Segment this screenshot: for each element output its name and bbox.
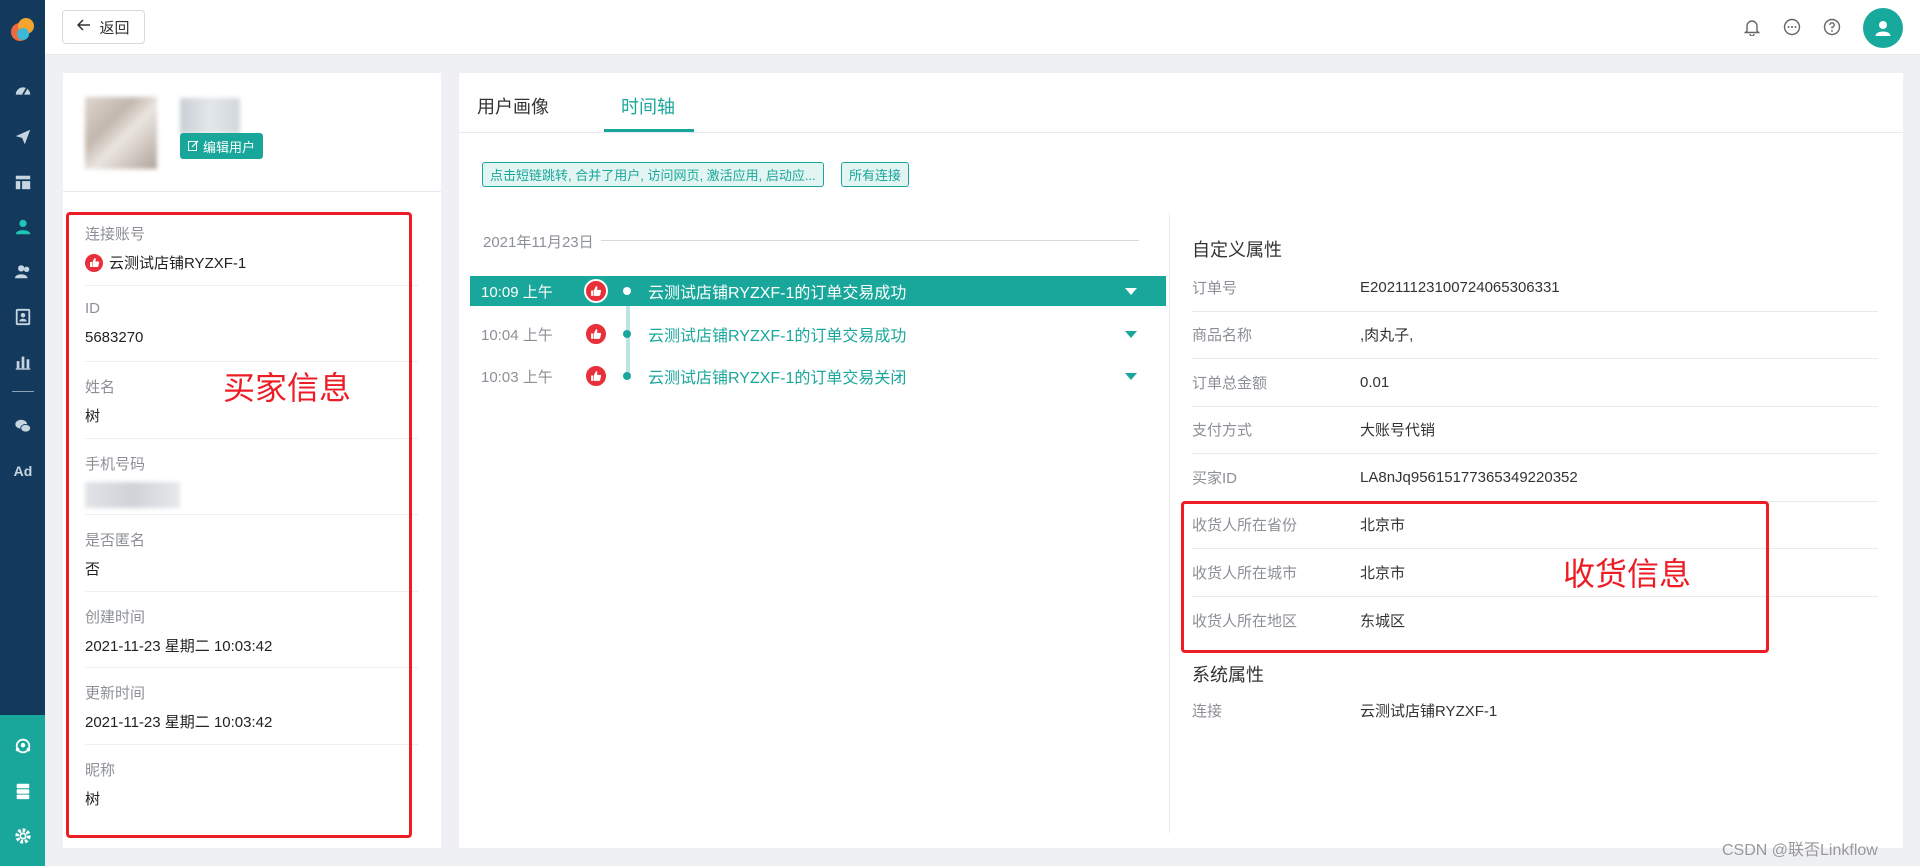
timeline-dot — [623, 330, 631, 338]
timeline-event[interactable]: 10:03 上午 云测试店铺RYZXF-1的订单交易关闭 — [470, 361, 1166, 391]
edit-user-button[interactable]: 编辑用户 — [180, 133, 263, 159]
wechat-icon[interactable] — [12, 415, 34, 437]
ad-icon[interactable]: Ad — [12, 460, 34, 482]
bell-icon[interactable] — [1742, 17, 1762, 37]
tab-timeline[interactable]: 时间轴 — [621, 93, 675, 119]
timeline-dot — [623, 287, 631, 295]
sidebar-bottom-section — [0, 715, 45, 866]
attr-label: 订单号 — [1192, 279, 1238, 297]
attr-label: 连接 — [1192, 702, 1223, 720]
attr-value: E20211123100724065306331 — [1360, 278, 1560, 296]
profile-panel: 编辑用户 连接账号 云测试店铺RYZXF-1 ID 5683270 姓名 树 手… — [63, 73, 441, 848]
active-tab-indicator — [604, 129, 694, 132]
user-name-redacted — [180, 98, 240, 134]
attr-label: 支付方式 — [1192, 422, 1253, 440]
tab-bar: 用户画像 时间轴 — [459, 73, 1903, 133]
send-icon[interactable] — [12, 126, 34, 148]
shipping-info-annotation: 收货信息 — [1563, 556, 1692, 592]
attr-row: 买家ID LA8nJq95615177365349220352 — [1192, 454, 1878, 502]
connection-filter-tag[interactable]: 所有连接 — [841, 162, 910, 187]
timeline-event[interactable]: 10:04 上午 云测试店铺RYZXF-1的订单交易成功 — [470, 319, 1166, 349]
buyer-info-annotation: 买家信息 — [223, 370, 352, 406]
timeline-dot — [623, 372, 631, 380]
event-title: 云测试店铺RYZXF-1的订单交易成功 — [648, 285, 907, 302]
event-time: 10:09 上午 — [481, 283, 553, 301]
custom-attributes-title: 自定义属性 — [1192, 240, 1282, 260]
layout-icon[interactable] — [12, 171, 34, 193]
thumbs-up-icon — [584, 364, 608, 388]
server-icon[interactable] — [12, 780, 34, 802]
event-title: 云测试店铺RYZXF-1的订单交易关闭 — [648, 370, 907, 387]
attr-value: 云测试店铺RYZXF-1 — [1360, 702, 1498, 720]
users-icon[interactable] — [12, 261, 34, 283]
attr-label: 订单总金额 — [1192, 374, 1268, 392]
user-avatar-icon[interactable] — [1863, 8, 1903, 48]
caret-down-icon[interactable] — [1125, 287, 1137, 295]
main-panel: 用户画像 时间轴 点击短链跳转, 合并了用户, 访问网页, 激活应用, 启动应.… — [459, 73, 1903, 848]
watermark: CSDN @联否Linkflow — [1722, 842, 1878, 859]
event-filter-tag[interactable]: 点击短链跳转, 合并了用户, 访问网页, 激活应用, 启动应... — [482, 162, 824, 187]
sidebar-divider — [12, 391, 34, 392]
system-attributes-title: 系统属性 — [1192, 665, 1264, 685]
event-time: 10:03 上午 — [481, 368, 553, 386]
arrow-left-icon — [77, 18, 91, 36]
avatar — [85, 97, 157, 169]
event-time: 10:04 上午 — [481, 326, 553, 344]
chat-icon[interactable] — [1782, 17, 1802, 37]
app-logo[interactable] — [10, 14, 36, 46]
attr-value: ,肉丸子, — [1360, 327, 1414, 345]
bar-chart-icon[interactable] — [12, 351, 34, 373]
dashboard-icon[interactable] — [12, 80, 34, 102]
buyer-info-highlight-box — [66, 212, 412, 838]
ad-label: Ad — [13, 463, 33, 479]
profile-divider — [63, 191, 441, 192]
timeline-event[interactable]: 10:09 上午 云测试店铺RYZXF-1的订单交易成功 — [470, 276, 1166, 306]
attr-label: 商品名称 — [1192, 327, 1253, 345]
attr-row: 商品名称 ,肉丸子, — [1192, 312, 1878, 359]
tab-user-profile[interactable]: 用户画像 — [477, 93, 549, 119]
user-icon[interactable] — [12, 216, 34, 238]
event-title: 云测试店铺RYZXF-1的订单交易成功 — [648, 328, 907, 345]
attr-row: 订单号 E20211123100724065306331 — [1192, 264, 1878, 312]
top-bar: 返回 — [45, 0, 1920, 55]
thumbs-up-icon — [584, 322, 608, 346]
date-divider-line — [601, 240, 1139, 241]
caret-down-icon[interactable] — [1125, 330, 1137, 338]
team-icon[interactable] — [12, 735, 34, 757]
back-button[interactable]: 返回 — [62, 10, 145, 44]
help-icon[interactable] — [1822, 17, 1842, 37]
attr-label: 买家ID — [1192, 469, 1238, 487]
attr-row: 订单总金额 0.01 — [1192, 359, 1878, 407]
attr-value: 大账号代销 — [1360, 422, 1436, 440]
contact-icon[interactable] — [12, 306, 34, 328]
timeline-date: 2021年11月23日 — [483, 234, 594, 251]
panel-divider — [1169, 213, 1170, 833]
back-button-label: 返回 — [99, 19, 130, 37]
attr-row: 支付方式 大账号代销 — [1192, 407, 1878, 454]
edit-user-label: 编辑用户 — [202, 139, 255, 155]
left-sidebar: Ad — [0, 0, 45, 866]
edit-icon — [187, 139, 199, 154]
thumbs-up-icon — [584, 279, 608, 303]
attr-value: LA8nJq95615177365349220352 — [1360, 468, 1578, 486]
settings-icon[interactable] — [12, 825, 34, 847]
attr-row: 连接 云测试店铺RYZXF-1 — [1192, 690, 1878, 730]
attr-value: 0.01 — [1360, 373, 1390, 391]
caret-down-icon[interactable] — [1125, 372, 1137, 380]
